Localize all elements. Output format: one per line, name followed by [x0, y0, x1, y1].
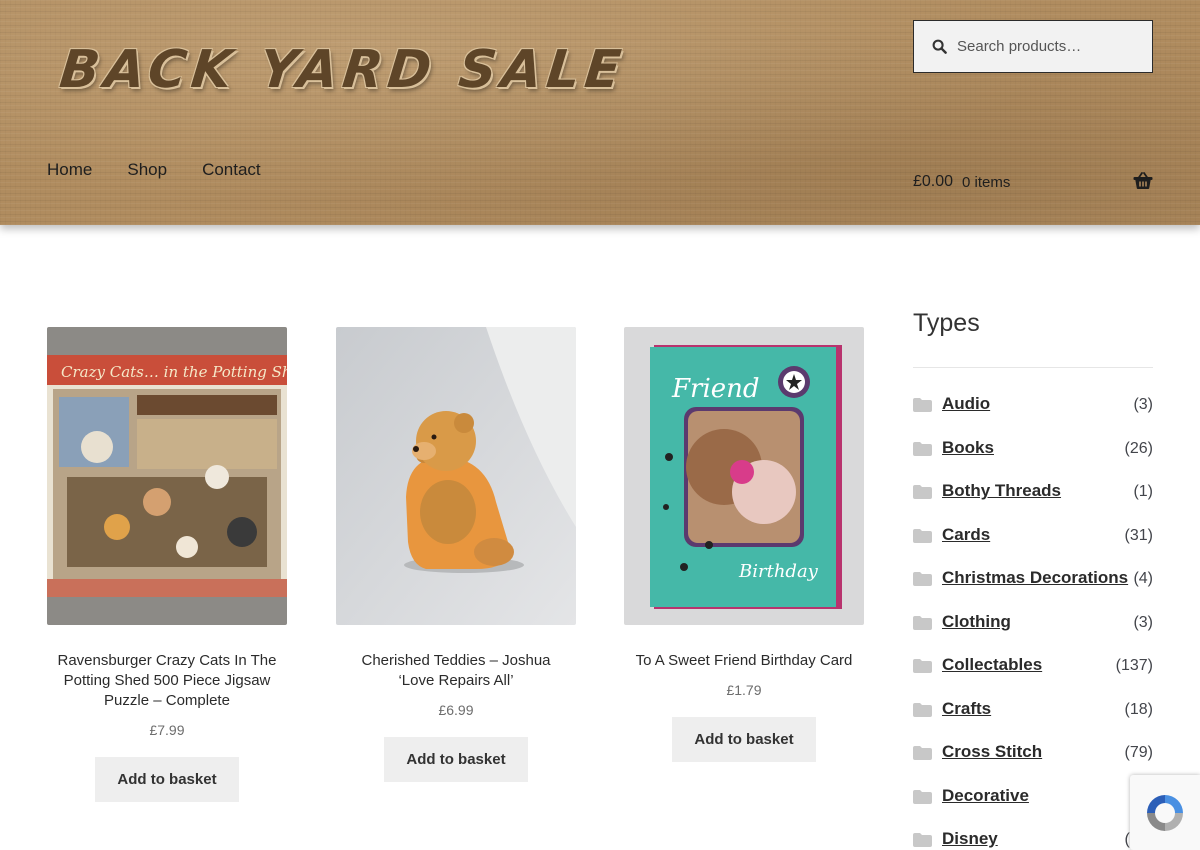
category-count: (3) — [1133, 396, 1153, 413]
nav-shop[interactable]: Shop — [127, 160, 167, 180]
cart-total[interactable]: £0.00 — [913, 173, 953, 191]
list-item: Decorative (2 — [913, 786, 1153, 830]
recaptcha-badge[interactable] — [1130, 775, 1200, 850]
product-price: £1.79 — [726, 682, 762, 698]
search-box[interactable] — [913, 20, 1153, 73]
list-item: Clothing (3) — [913, 612, 1153, 656]
category-link-clothing[interactable]: Clothing — [942, 612, 1011, 632]
category-link-decorative[interactable]: Decorative — [942, 786, 1029, 806]
folder-icon — [913, 659, 932, 673]
site-header: BACK YARD SALE Home Shop Contact £0.00 0… — [0, 0, 1200, 225]
product-price: £7.99 — [149, 722, 185, 738]
category-link-crafts[interactable]: Crafts — [942, 699, 991, 719]
category-link-disney[interactable]: Disney — [942, 829, 998, 849]
search-input[interactable] — [957, 38, 1137, 55]
folder-icon — [913, 702, 932, 717]
product-title[interactable]: To A Sweet Friend Birthday Card — [624, 651, 864, 671]
folder-icon — [913, 746, 932, 760]
folder-icon — [913, 398, 932, 412]
list-item: Books (26) — [913, 438, 1153, 482]
folder-icon — [913, 441, 932, 456]
list-item: Christmas Decorations (4) — [913, 568, 1153, 612]
category-count: (79) — [1124, 744, 1153, 761]
list-item: Cards (31) — [913, 525, 1153, 569]
category-link-books[interactable]: Books — [942, 438, 994, 458]
folder-icon — [913, 789, 932, 804]
category-count: (137) — [1115, 657, 1153, 674]
product-card: Friend Birthday To A Sweet Friend Birthd… — [624, 327, 864, 762]
category-link-bothy-threads[interactable]: Bothy Threads — [942, 481, 1061, 501]
category-link-cross-stitch[interactable]: Cross Stitch — [942, 742, 1042, 762]
product-card: Crazy Cats… in the Potting Shed Ravensbu… — [47, 327, 287, 802]
divider — [913, 367, 1153, 368]
widget-title: Types — [913, 309, 980, 337]
search-icon — [932, 39, 947, 54]
folder-icon — [913, 833, 932, 847]
category-link-cards[interactable]: Cards — [942, 525, 990, 545]
list-item: Cross Stitch (79) — [913, 742, 1153, 786]
list-item: Crafts (18) — [913, 699, 1153, 743]
category-list: Audio (3) Books (26) Bothy Threads (1) C… — [913, 394, 1153, 850]
add-to-basket-button[interactable]: Add to basket — [384, 737, 528, 782]
product-title[interactable]: Cherished Teddies – Joshua ‘Love Repairs… — [336, 651, 576, 691]
add-to-basket-button[interactable]: Add to basket — [95, 757, 239, 802]
folder-icon — [913, 615, 932, 630]
list-item: Collectables (137) — [913, 655, 1153, 699]
category-count: (4) — [1133, 570, 1153, 587]
card-text-friend: Friend — [671, 374, 760, 404]
folder-icon — [913, 572, 932, 586]
product-title[interactable]: Ravensburger Crazy Cats In The Potting S… — [47, 651, 287, 711]
category-link-collectables[interactable]: Collectables — [942, 655, 1042, 675]
product-image-card[interactable]: Friend Birthday — [624, 327, 864, 625]
folder-icon — [913, 528, 932, 543]
cart-count[interactable]: 0 items — [962, 174, 1010, 191]
list-item: Disney (19) — [913, 829, 1153, 850]
nav-contact[interactable]: Contact — [202, 160, 261, 180]
main-nav: Home Shop Contact — [47, 160, 261, 180]
category-count: (1) — [1133, 483, 1153, 500]
list-item: Bothy Threads (1) — [913, 481, 1153, 525]
list-item: Audio (3) — [913, 394, 1153, 438]
folder-icon — [913, 485, 932, 499]
nav-home[interactable]: Home — [47, 160, 92, 180]
category-count: (3) — [1133, 613, 1153, 631]
site-logo[interactable]: BACK YARD SALE — [57, 40, 629, 100]
jigsaw-box-title: Crazy Cats… in the Potting Shed — [61, 363, 287, 381]
product-image-jigsaw[interactable]: Crazy Cats… in the Potting Shed — [47, 327, 287, 625]
category-count: (31) — [1124, 526, 1153, 544]
category-count: (26) — [1124, 439, 1153, 457]
card-text-birthday: Birthday — [738, 561, 819, 582]
product-image-teddy[interactable] — [336, 327, 576, 625]
recaptcha-icon — [1147, 794, 1183, 831]
category-link-audio[interactable]: Audio — [942, 394, 990, 414]
product-card: Cherished Teddies – Joshua ‘Love Repairs… — [336, 327, 576, 782]
add-to-basket-button[interactable]: Add to basket — [672, 717, 816, 762]
product-price: £6.99 — [438, 702, 474, 718]
basket-icon[interactable] — [1133, 172, 1153, 190]
category-link-christmas-decorations[interactable]: Christmas Decorations — [942, 568, 1128, 588]
category-count: (18) — [1124, 700, 1153, 718]
